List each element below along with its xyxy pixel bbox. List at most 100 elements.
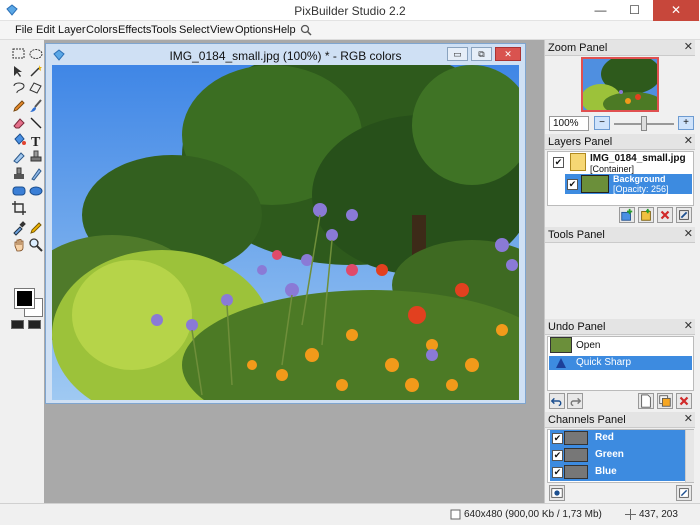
image-window-titlebar[interactable]: IMG_0184_small.jpg (100%) * - RGB colors… [46, 44, 525, 65]
layers-panel-header: Layers Panel ✕ [545, 134, 695, 150]
zoom-slider-thumb[interactable] [641, 116, 647, 131]
svg-text:T: T [31, 135, 41, 148]
image-minimize-button[interactable]: ▭ [447, 47, 468, 61]
menu-view[interactable]: View [210, 24, 234, 36]
menu-select[interactable]: Select [179, 24, 210, 36]
new-layer-icon[interactable] [619, 207, 635, 223]
channel-row-green[interactable]: ✔ Green [550, 447, 685, 464]
layer-settings-icon[interactable] [676, 207, 692, 223]
new-document-icon[interactable] [638, 393, 654, 409]
channel-mask-icon[interactable] [549, 485, 565, 501]
minimize-button[interactable]: — [586, 0, 615, 21]
close-button[interactable]: ✕ [653, 0, 699, 21]
panels-sidebar: Zoom Panel ✕ 100% − + Layers Panel ✕ ✔ I… [544, 40, 700, 503]
menu-help[interactable]: Help [273, 24, 296, 36]
polygon-lasso-icon[interactable] [28, 80, 44, 96]
undo-panel-close-icon[interactable]: ✕ [684, 319, 693, 332]
swap-colors-button[interactable] [28, 320, 41, 329]
color-pencil-icon[interactable] [28, 220, 44, 236]
ellipse-icon[interactable] [28, 183, 44, 199]
undo-panel-header: Undo Panel ✕ [545, 319, 695, 335]
delete-history-icon[interactable] [676, 393, 692, 409]
menu-edit[interactable]: Edit [36, 24, 55, 36]
layers-panel-title: Layers Panel [548, 136, 613, 148]
undo-item-open[interactable]: Open [549, 337, 692, 355]
search-icon[interactable] [300, 24, 312, 36]
stamp-icon[interactable] [11, 166, 27, 182]
default-colors-button[interactable] [11, 320, 24, 329]
channel-row-red[interactable]: ✔ Red [550, 430, 685, 447]
app-titlebar: PixBuilder Studio 2.2 — ☐ ✕ [0, 0, 700, 21]
layers-panel-close-icon[interactable]: ✕ [684, 134, 693, 147]
menu-file[interactable]: File [15, 24, 33, 36]
menu-options[interactable]: Options [235, 24, 273, 36]
brush-icon[interactable] [28, 98, 44, 114]
channels-scrollbar[interactable] [685, 430, 694, 482]
undo-icon[interactable] [549, 393, 565, 409]
delete-layer-icon[interactable] [657, 207, 673, 223]
channel-checkbox[interactable]: ✔ [552, 433, 563, 444]
layer-properties-icon[interactable] [638, 207, 654, 223]
foreground-color-swatch[interactable] [14, 288, 35, 309]
ellipse-select-icon[interactable] [28, 46, 44, 62]
channels-panel-header: Channels Panel ✕ [545, 412, 695, 428]
layer-visibility-checkbox[interactable]: ✔ [567, 179, 578, 190]
menu-tools[interactable]: Tools [151, 24, 177, 36]
channels-panel-close-icon[interactable]: ✕ [684, 412, 693, 425]
channel-checkbox[interactable]: ✔ [552, 450, 563, 461]
pencil-icon[interactable] [11, 98, 27, 114]
image-canvas[interactable] [52, 65, 519, 400]
zoom-panel-header: Zoom Panel ✕ [545, 40, 695, 56]
crop-icon[interactable] [11, 200, 27, 216]
channel-options-icon[interactable] [676, 485, 692, 501]
zoom-out-button[interactable]: − [594, 116, 610, 130]
layer-sub: [Container] [590, 164, 635, 174]
lasso-icon[interactable] [11, 80, 27, 96]
layer-row-background[interactable]: ✔ Background [Opacity: 256] [565, 174, 692, 194]
channel-name: Green [595, 449, 624, 460]
zoom-preview-image [583, 59, 657, 110]
hand-icon[interactable] [11, 237, 27, 253]
rect-select-icon[interactable] [11, 46, 27, 62]
fill-bucket-icon[interactable] [11, 132, 27, 148]
zoom-value-field[interactable]: 100% [549, 116, 589, 131]
line-icon[interactable] [28, 115, 44, 131]
channel-row-blue[interactable]: ✔ Blue [550, 464, 685, 481]
smudge-icon[interactable] [11, 149, 27, 165]
text-icon[interactable]: T [28, 132, 44, 148]
channel-thumbnail [564, 431, 588, 445]
duplicate-icon[interactable] [657, 393, 673, 409]
undo-item-quick-sharp[interactable]: Quick Sharp [549, 356, 692, 370]
zoom-preview[interactable] [581, 57, 659, 112]
eraser-icon[interactable] [11, 115, 27, 131]
photo-flowers [52, 65, 519, 400]
menu-bar: File Edit Layer Colors Effects Tools Sel… [0, 21, 700, 40]
clone-stamp-icon[interactable] [28, 149, 44, 165]
channel-checkbox[interactable]: ✔ [552, 467, 563, 478]
menu-effects[interactable]: Effects [118, 24, 151, 36]
blur-icon[interactable] [28, 166, 44, 182]
zoom-panel-close-icon[interactable]: ✕ [684, 40, 693, 53]
eyedropper-icon[interactable] [11, 220, 27, 236]
rounded-rect-icon[interactable] [11, 183, 27, 199]
magic-wand-icon[interactable] [28, 63, 44, 79]
layer-row-container[interactable]: ✔ IMG_0184_small.jpg [Container] [550, 153, 694, 174]
menu-layer[interactable]: Layer [58, 24, 86, 36]
menu-colors[interactable]: Colors [86, 24, 118, 36]
undo-item-label: Quick Sharp [576, 357, 632, 368]
zoom-in-button[interactable]: + [678, 116, 694, 130]
redo-icon[interactable] [567, 393, 583, 409]
channel-thumbnail [564, 448, 588, 462]
layer-visibility-checkbox[interactable]: ✔ [553, 157, 564, 168]
channel-thumbnail [564, 465, 588, 479]
image-close-button[interactable]: ✕ [495, 47, 521, 61]
move-icon[interactable] [11, 63, 27, 79]
zoom-icon[interactable] [28, 237, 44, 253]
image-maximize-button[interactable]: ⧉ [471, 47, 492, 61]
tools-panel-close-icon[interactable]: ✕ [684, 227, 693, 240]
maximize-button[interactable]: ☐ [620, 0, 649, 21]
layer-sub: [Opacity: 256] [613, 184, 669, 194]
layer-thumbnail [581, 175, 609, 193]
image-dimensions: 640x480 (900,00 Kb / 1,73 Mb) [464, 509, 602, 520]
tools-panel-title: Tools Panel [548, 229, 605, 241]
